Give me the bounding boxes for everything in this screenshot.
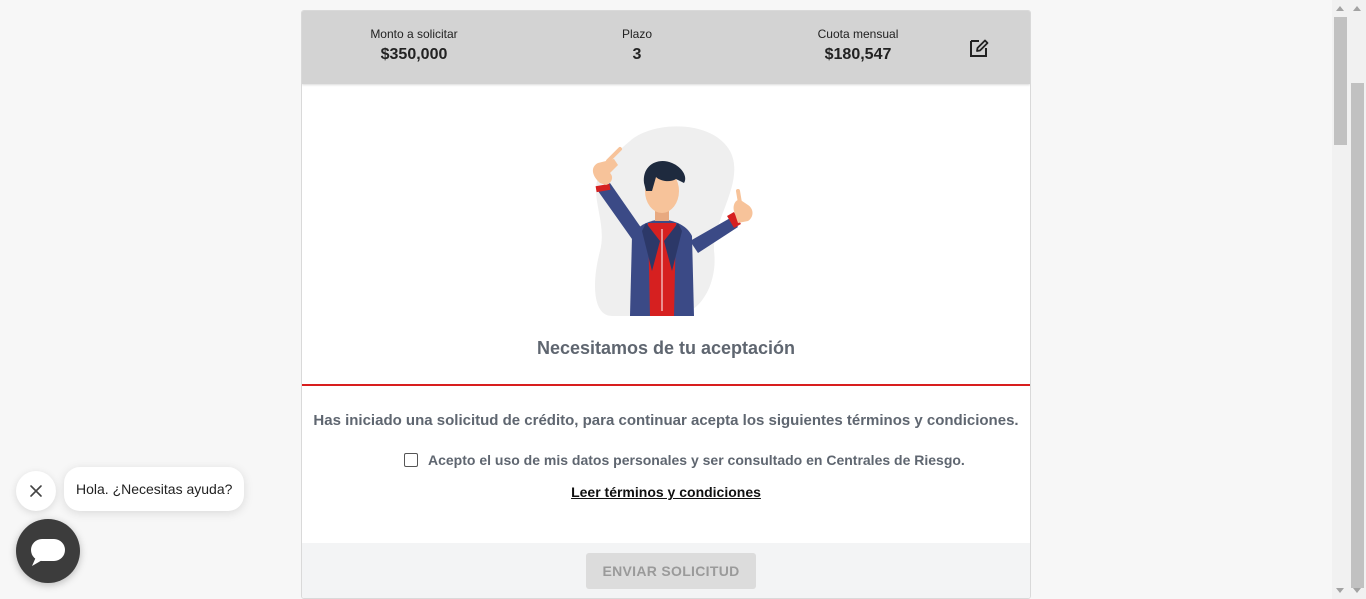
acceptance-heading: Necesitamos de tu aceptación [536,338,796,358]
amount-label: Monto a solicitar [370,27,458,41]
read-terms-link[interactable]: Leer términos y condiciones [302,484,1030,500]
send-request-button[interactable]: ENVIAR SOLICITUD [586,553,756,589]
chat-greeting-bubble[interactable]: Hola. ¿Necesitas ayuda? [64,467,245,511]
consent-checkbox[interactable] [404,453,418,467]
inner-scrollbar[interactable] [1332,0,1349,599]
loan-summary-bar: Monto a solicitar $350,000 Plazo 3 Cuota… [302,11,1030,84]
loan-request-card: Monto a solicitar $350,000 Plazo 3 Cuota… [301,10,1031,599]
consent-label: Acepto el uso de mis datos personales y … [428,452,965,468]
form-footer: ENVIAR SOLICITUD [302,543,1030,598]
installment-label: Cuota mensual [817,27,899,41]
celebrating-person-illustration [562,121,762,321]
amount-summary: Monto a solicitar $350,000 [354,27,474,65]
installment-summary: Cuota mensual $180,547 [798,27,918,65]
chat-greeting-text: Hola. ¿Necesitas ayuda? [76,481,233,497]
term-summary: Plazo 3 [597,27,677,65]
terms-intro-text: Has iniciado una solicitud de crédito, p… [313,412,1019,429]
page-scroll-thumb[interactable] [1351,83,1364,588]
scroll-down-arrow-icon[interactable] [1336,588,1344,593]
term-label: Plazo [621,27,653,41]
page-scrollbar[interactable] [1349,0,1366,599]
chat-icon [31,539,65,566]
red-divider [302,384,1030,386]
scroll-up-arrow-icon[interactable] [1336,6,1344,11]
data-consent-row[interactable]: Acepto el uso de mis datos personales y … [404,450,965,470]
page-scroll-down-arrow-icon[interactable] [1353,588,1361,593]
close-icon[interactable] [16,471,56,511]
edit-icon[interactable] [968,37,990,59]
installment-value: $180,547 [824,46,892,63]
term-value: 3 [632,46,642,63]
amount-value: $350,000 [380,46,448,63]
page-scroll-up-arrow-icon[interactable] [1353,6,1361,11]
chat-launcher-button[interactable] [16,519,80,583]
inner-scroll-thumb[interactable] [1334,17,1347,145]
